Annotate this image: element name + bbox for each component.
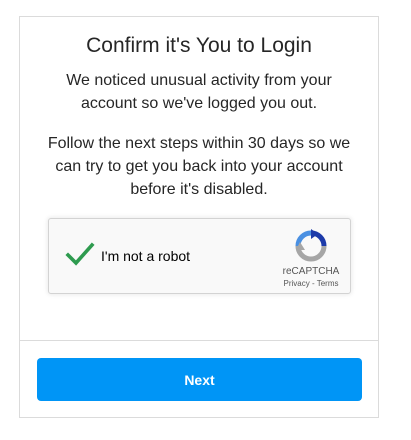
recaptcha-checkbox[interactable] xyxy=(65,239,95,269)
unusual-activity-message: We noticed unusual activity from your ac… xyxy=(20,69,378,115)
checkmark-icon xyxy=(65,242,95,266)
recaptcha-brand: reCAPTCHA xyxy=(282,266,340,277)
message-line: before it's disabled. xyxy=(130,181,268,198)
recaptcha-links: Privacy - Terms xyxy=(273,279,349,288)
login-confirm-card: Confirm it's You to Login We noticed unu… xyxy=(19,16,379,418)
privacy-link[interactable]: Privacy xyxy=(284,279,310,288)
recaptcha-logo-icon xyxy=(294,229,328,263)
next-steps-message: Follow the next steps within 30 days so … xyxy=(20,132,378,201)
next-button[interactable]: Next xyxy=(37,358,362,401)
link-separator: - xyxy=(309,279,317,288)
message-line: Follow the next steps within 30 days so … xyxy=(47,135,351,152)
dialog-title: Confirm it's You to Login xyxy=(86,34,312,57)
recaptcha-label: I'm not a robot xyxy=(101,248,191,264)
message-line: We noticed unusual activity from your xyxy=(66,72,332,89)
message-line: can try to get you back into your accoun… xyxy=(55,158,343,175)
card-divider xyxy=(20,340,378,341)
recaptcha-widget: I'm not a robot reCAPTCHA Privacy - Term… xyxy=(48,218,351,294)
terms-link[interactable]: Terms xyxy=(317,279,339,288)
message-line: account so we've logged you out. xyxy=(80,95,318,112)
